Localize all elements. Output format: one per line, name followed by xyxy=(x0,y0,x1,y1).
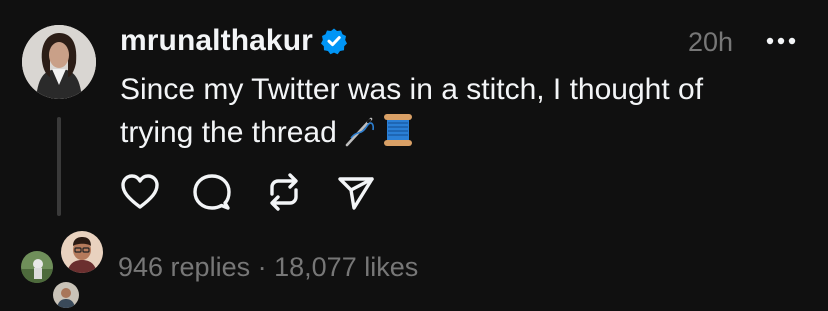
replier-avatar-2 xyxy=(58,228,106,276)
replier-avatar-1-image xyxy=(21,251,53,283)
likes-count[interactable]: 18,077 likes xyxy=(274,252,418,282)
repost-button[interactable] xyxy=(262,170,306,214)
replier-avatar-1 xyxy=(18,248,56,286)
replies-count[interactable]: 946 replies xyxy=(118,252,250,282)
sewing-needle-icon xyxy=(345,117,374,147)
spool-of-thread-icon xyxy=(383,114,412,146)
thread-line xyxy=(57,117,61,216)
post-timestamp: 20h xyxy=(688,27,734,57)
like-button[interactable] xyxy=(118,170,162,214)
more-options-icon[interactable] xyxy=(766,36,796,46)
post-text-line-2: trying the thread xyxy=(120,111,780,154)
post-stats: 946 replies · 18,077 likes xyxy=(118,252,418,283)
replier-avatar-3-image xyxy=(53,282,79,308)
author-avatar[interactable] xyxy=(22,25,96,99)
share-button[interactable] xyxy=(334,170,378,214)
stats-separator: · xyxy=(257,252,267,282)
verified-badge-icon xyxy=(321,28,347,55)
replier-avatar-2-image xyxy=(61,231,103,273)
post-text: Since my Twitter was in a stitch, I thou… xyxy=(120,68,780,154)
replier-avatar-3 xyxy=(50,279,82,311)
post-text-line-2-text: trying the thread xyxy=(120,116,337,149)
reply-button[interactable] xyxy=(190,170,234,214)
post-text-line-1: Since my Twitter was in a stitch, I thou… xyxy=(120,73,704,106)
username[interactable]: mrunalthakur xyxy=(120,24,313,58)
author-avatar-image xyxy=(22,25,96,99)
